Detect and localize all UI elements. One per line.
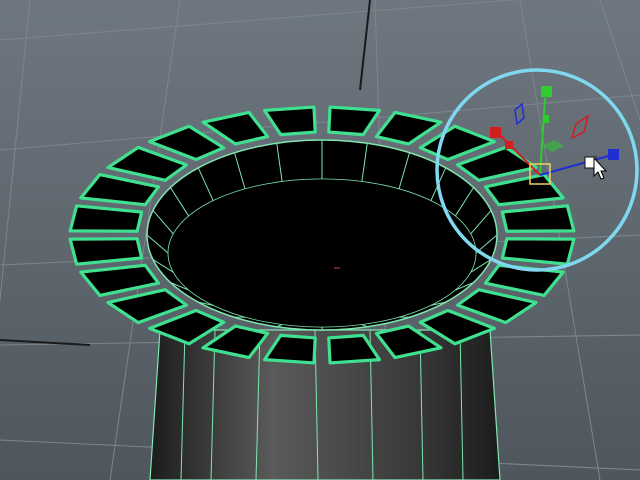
extruded-face[interactable]	[68, 204, 144, 233]
maya-perspective-viewport[interactable]	[0, 0, 640, 480]
cylinder-mesh[interactable]	[149, 329, 501, 480]
y-scale-cube-icon[interactable]	[541, 86, 552, 97]
y-translate-handle[interactable]	[543, 115, 549, 123]
extruded-face[interactable]	[68, 237, 144, 266]
cylinder-side[interactable]	[149, 329, 501, 480]
x-translate-handle[interactable]	[505, 141, 513, 149]
extruded-face[interactable]	[500, 204, 576, 233]
x-scale-cube-icon[interactable]	[490, 127, 501, 138]
z-scale-cube-icon[interactable]	[608, 149, 619, 160]
viewport-scene[interactable]	[0, 0, 640, 480]
extruded-face[interactable]	[500, 237, 576, 266]
